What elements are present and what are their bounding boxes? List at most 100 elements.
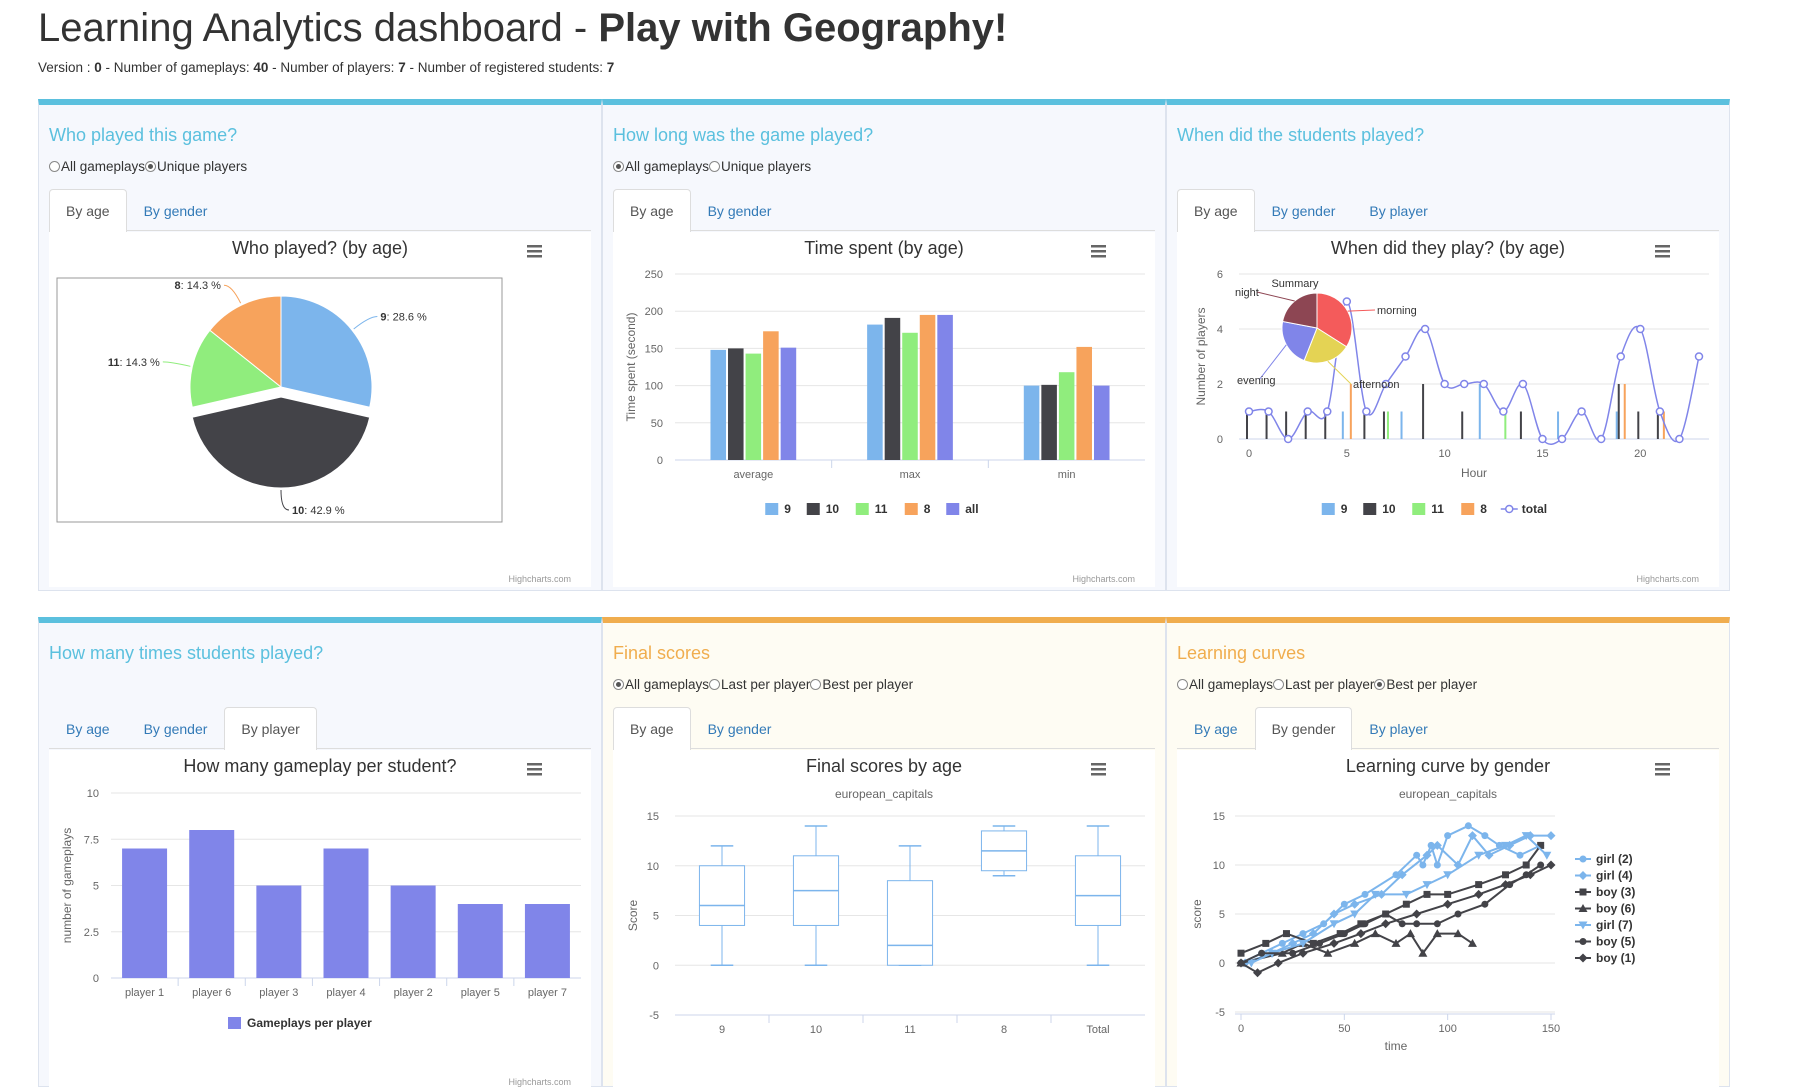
tab-by-gender[interactable]: By gender — [1255, 189, 1353, 231]
radio-circle[interactable] — [613, 679, 624, 690]
panel-who-played: Who played this game? All gameplays Uniqu… — [38, 99, 602, 591]
chart-menu-icon[interactable] — [527, 245, 542, 258]
chart-title: Learning curve by gender — [1346, 756, 1550, 776]
x-tick-label: 20 — [1634, 448, 1646, 460]
radio-all-gameplays[interactable]: All gameplays — [1177, 677, 1273, 692]
curve-point — [1402, 900, 1410, 908]
bar-all-average — [780, 347, 797, 460]
tab-by-gender[interactable]: By gender — [691, 707, 789, 749]
radio-label: All gameplays — [1189, 677, 1274, 692]
curve-point — [1443, 899, 1453, 909]
x-tick-label: player 3 — [259, 987, 298, 999]
gameplays-count: 40 — [253, 60, 269, 75]
legend-item-boy-3: boy (3) — [1596, 885, 1635, 899]
total-point — [1420, 324, 1430, 334]
total-point — [1244, 407, 1254, 416]
chart-credit: Highcharts.com — [508, 574, 571, 584]
x-tick-label: 5 — [1344, 448, 1350, 460]
chart-subtitle: european_capitals — [1399, 787, 1497, 801]
chart-menu-icon[interactable] — [1655, 763, 1670, 776]
x-tick-label: player 5 — [461, 987, 500, 999]
total-point — [1577, 407, 1586, 416]
radio-unique-players[interactable]: Unique players — [145, 159, 247, 174]
radio-last-per-player[interactable]: Last per player — [1273, 677, 1374, 692]
chart-menu-icon[interactable] — [1655, 245, 1670, 258]
radio-all-gameplays[interactable]: All gameplays — [49, 159, 145, 174]
line-chart-when-played: When did they play? (by age) 0 2 4 6 0 5 10 15 20… — [1194, 238, 1709, 584]
radio-circle[interactable] — [709, 679, 721, 690]
curve-point — [1329, 938, 1339, 948]
hour-bar-8 — [1623, 384, 1626, 439]
hour-bar-10 — [1265, 411, 1268, 439]
radio-circle[interactable] — [1177, 679, 1188, 690]
game-name: Play with Geography! — [598, 6, 1008, 50]
radio-circle[interactable] — [810, 679, 822, 690]
total-point — [1675, 434, 1684, 444]
bar-10-max — [884, 317, 901, 460]
tab-bar: By age By gender — [613, 707, 1155, 750]
curve-point — [1370, 929, 1380, 938]
radio-circle[interactable] — [613, 161, 624, 172]
radio-best-per-player[interactable]: Best per player — [1374, 677, 1477, 692]
radio-all-gameplays[interactable]: All gameplays — [613, 159, 709, 174]
radio-all-gameplays[interactable]: All gameplays — [613, 677, 709, 692]
y-tick-label: 10 — [87, 788, 99, 800]
curve-point — [1258, 949, 1266, 957]
radio-circle[interactable] — [49, 161, 60, 172]
chart-container: How many gameplay per student? 0 2.5 5 7.5 10… — [49, 750, 591, 1090]
radio-circle[interactable] — [1374, 679, 1386, 690]
bar-gameplays-per-player-player-2 — [390, 885, 436, 978]
legend-item-8: 8 — [1480, 502, 1487, 516]
tab-by-player[interactable]: By player — [1352, 189, 1444, 231]
tab-by-gender[interactable]: By gender — [691, 189, 789, 231]
bar-gameplays-per-player-player-3 — [256, 885, 302, 978]
version-value: 0 — [94, 60, 102, 75]
bar-8-min — [1076, 346, 1092, 460]
x-tick-label: 0 — [1246, 448, 1252, 460]
radio-unique-players[interactable]: Unique players — [709, 159, 811, 174]
pie-slice-9 — [280, 295, 373, 408]
tab-by-age[interactable]: By age — [49, 189, 127, 232]
tab-by-age[interactable]: By age — [1177, 707, 1255, 749]
menu-icon-bar — [527, 255, 542, 258]
tab-by-age[interactable]: By age — [49, 707, 127, 749]
chart-menu-icon[interactable] — [1091, 763, 1106, 776]
chart-menu-icon[interactable] — [527, 763, 542, 776]
tab-by-player[interactable]: By player — [1352, 707, 1444, 749]
chart-menu-icon[interactable] — [1091, 245, 1106, 258]
panel-title: How many times students played? — [49, 643, 324, 663]
radio-circle[interactable] — [709, 161, 721, 172]
bar-9-min — [1023, 385, 1040, 460]
y-tick-label: 15 — [1213, 811, 1225, 823]
tab-by-gender[interactable]: By gender — [1254, 707, 1353, 750]
y-tick-label: -5 — [1215, 1007, 1225, 1019]
pie-connector — [223, 284, 242, 304]
y-tick-label: 0 — [657, 455, 663, 467]
tab-by-age[interactable]: By age — [613, 707, 691, 750]
hour-bar-10 — [1461, 411, 1464, 439]
tab-by-gender[interactable]: By gender — [127, 189, 225, 231]
curve-point — [1282, 930, 1290, 938]
pie-label-name: 10 — [292, 505, 304, 517]
tab-by-age[interactable]: By age — [613, 189, 691, 232]
curve-point — [1329, 920, 1339, 929]
x-tick-label: 15 — [1536, 448, 1548, 460]
tab-by-age[interactable]: By age — [1177, 189, 1255, 232]
y-tick-label: 2 — [1217, 379, 1223, 391]
radio-last-per-player[interactable]: Last per player — [709, 677, 810, 692]
curve-point — [1381, 919, 1391, 929]
curve-point — [1502, 871, 1510, 879]
pie-label-11: 11: 14.3 % — [108, 357, 160, 369]
total-point — [1655, 407, 1665, 416]
pie-connector — [162, 361, 191, 367]
total-point — [1538, 434, 1547, 444]
tab-by-player[interactable]: By player — [224, 707, 317, 750]
radio-circle[interactable] — [1273, 679, 1285, 690]
y-tick-label: 2.5 — [84, 927, 99, 939]
summary-connector — [1327, 360, 1352, 385]
pie-label-8: 8: 14.3 % — [174, 280, 221, 292]
radio-best-per-player[interactable]: Best per player — [810, 677, 913, 692]
radio-circle[interactable] — [145, 161, 157, 172]
y-tick-label: 150 — [645, 343, 663, 355]
tab-by-gender[interactable]: By gender — [127, 707, 225, 749]
